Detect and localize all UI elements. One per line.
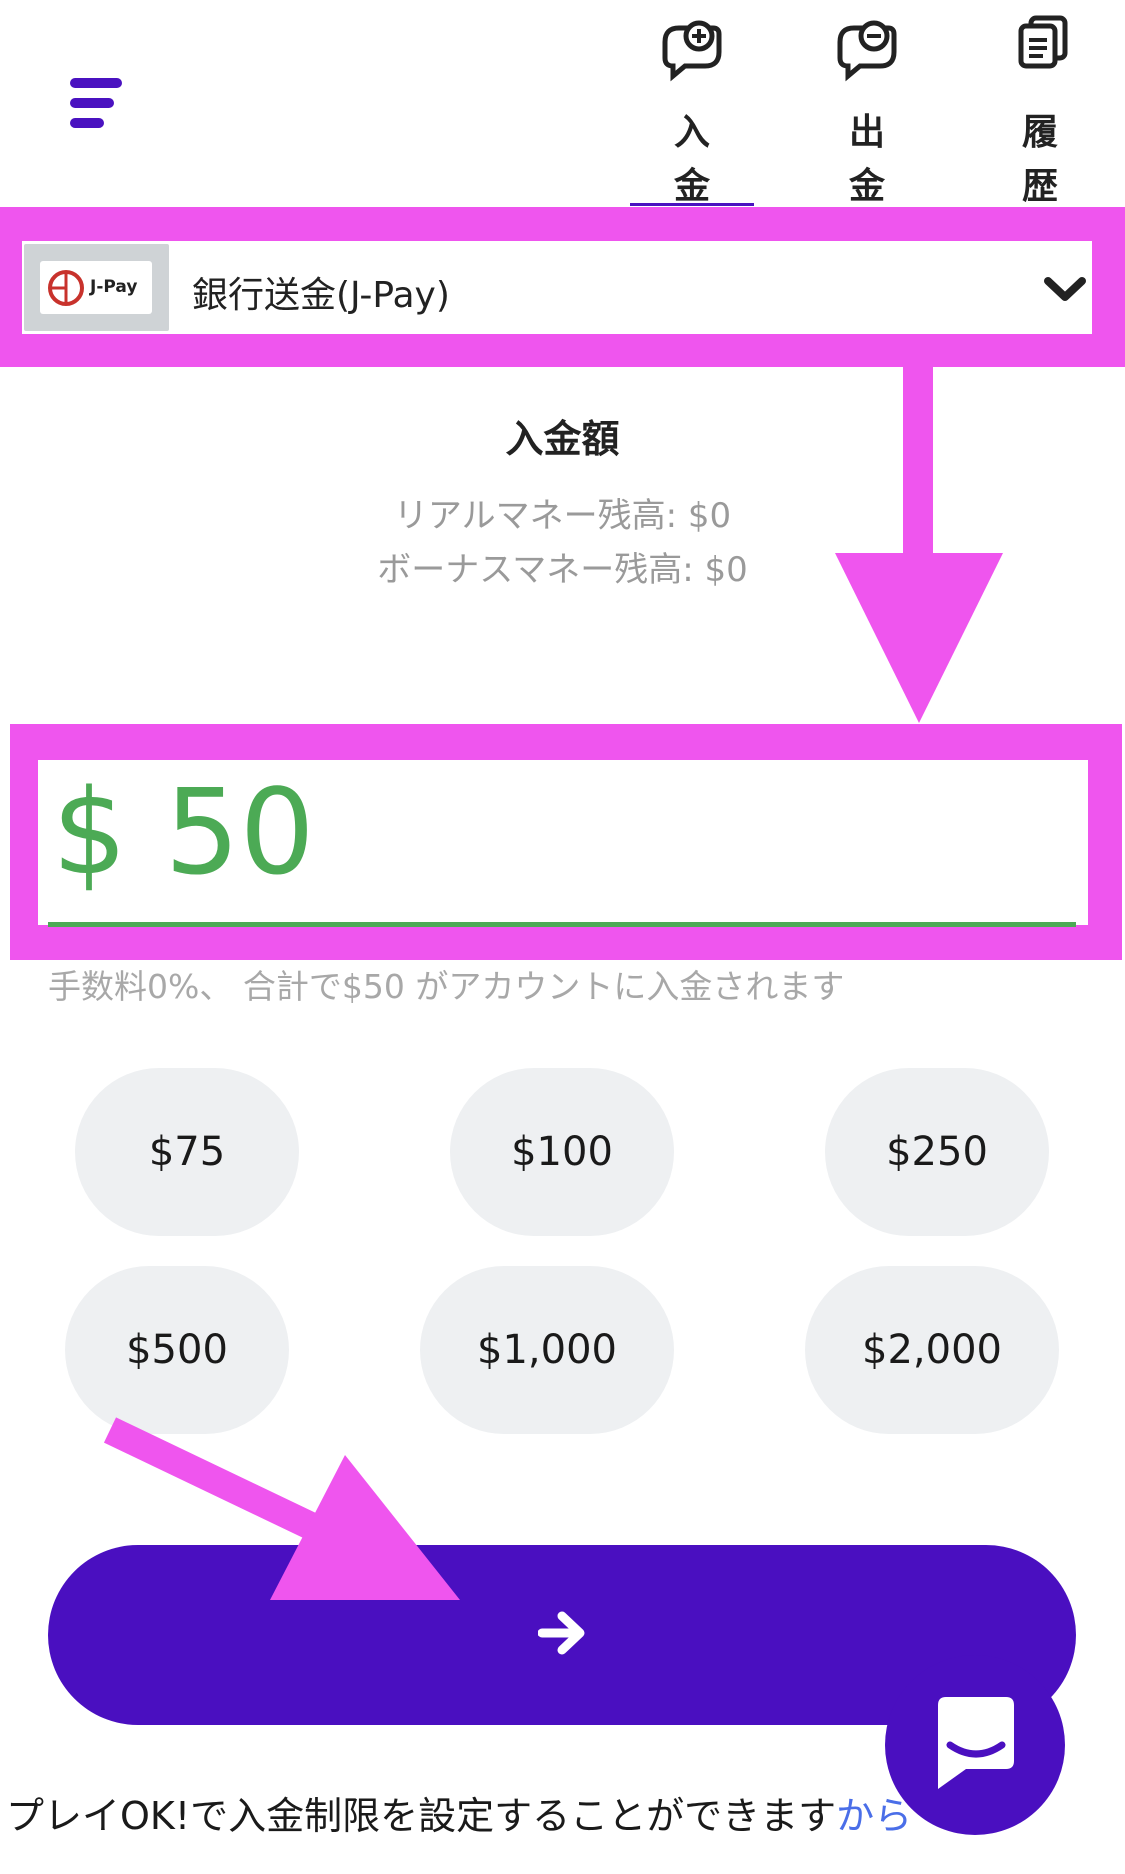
- chat-icon: [938, 1697, 1014, 1789]
- bonus-balance: ボーナスマネー残高: $0: [377, 550, 748, 590]
- amount-title: 入金額: [505, 417, 620, 461]
- real-balance: リアルマネー残高: $0: [393, 496, 732, 536]
- tab-history-label: 履歴: [1021, 112, 1058, 207]
- tab-withdraw-label: 出金: [848, 112, 885, 207]
- preset-2000-button[interactable]: $2,000: [805, 1266, 1059, 1434]
- preset-100-button[interactable]: $100: [450, 1068, 674, 1236]
- payment-method-logo: J-Pay: [24, 244, 169, 331]
- annotation-arrow-diagonal: [103, 1417, 460, 1600]
- tab-deposit[interactable]: 入金: [630, 12, 754, 214]
- jpay-logo-icon: [48, 270, 84, 306]
- logo-text: J-Pay: [90, 277, 138, 297]
- menu-icon[interactable]: [70, 78, 122, 128]
- preset-75-button[interactable]: $75: [75, 1068, 299, 1236]
- deposit-limit-text: プレイOK!で入金制限を設定することができます: [6, 1794, 837, 1838]
- amount-underline: [48, 922, 1076, 927]
- preset-1000-button[interactable]: $1,000: [420, 1266, 674, 1434]
- preset-500-button[interactable]: $500: [65, 1266, 289, 1434]
- tab-deposit-label: 入金: [673, 112, 710, 207]
- payment-method-select[interactable]: [22, 241, 1092, 334]
- history-icon: [1018, 15, 1068, 69]
- arrow-right-icon: [538, 1611, 585, 1655]
- preset-250-button[interactable]: $250: [825, 1068, 1049, 1236]
- amount-value: $ 50: [52, 763, 315, 901]
- payment-method-label: 銀行送金(J-Pay): [192, 275, 450, 316]
- chevron-down-icon[interactable]: [1043, 275, 1087, 305]
- withdraw-icon: [837, 20, 897, 82]
- tab-history[interactable]: 履歴: [978, 12, 1102, 214]
- tab-withdraw[interactable]: 出金: [805, 12, 929, 214]
- chat-button[interactable]: [885, 1655, 1065, 1835]
- deposit-limit-note: プレイOK!で入金制限を設定することができますから: [6, 1785, 912, 1840]
- deposit-limit-link[interactable]: から: [836, 1794, 912, 1838]
- fee-note: 手数料0%、 合計で$50 がアカウントに入金されます: [48, 967, 845, 1006]
- deposit-icon: [662, 20, 722, 82]
- active-tab-indicator: [630, 203, 754, 206]
